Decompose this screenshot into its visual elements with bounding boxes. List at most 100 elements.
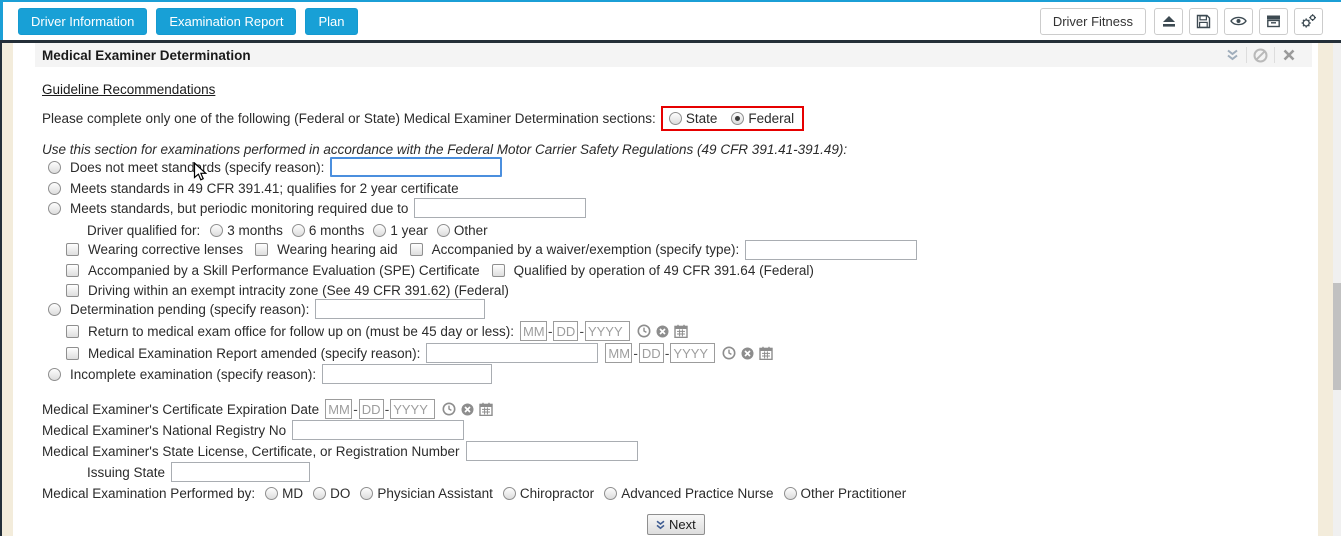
performed-by-do-radio[interactable] xyxy=(313,487,327,500)
qualified-3-months-radio[interactable] xyxy=(210,224,224,237)
tab-driver-information[interactable]: Driver Information xyxy=(18,7,148,35)
toolbar-actions: Driver Fitness xyxy=(1039,7,1323,35)
report-amended-checkbox[interactable] xyxy=(66,346,79,360)
state-radio[interactable] xyxy=(668,111,682,125)
tab-examination-report[interactable]: Examination Report xyxy=(156,7,297,35)
does-not-meet-standards-radio[interactable] xyxy=(48,160,61,174)
incomplete-examination-radio[interactable] xyxy=(48,367,61,381)
clock-icon[interactable] xyxy=(722,346,736,360)
state-license-label: Medical Examiner's State License, Certif… xyxy=(42,443,460,459)
qualified-other-option[interactable]: Other xyxy=(436,223,488,238)
clear-date-icon[interactable] xyxy=(461,403,474,416)
performed-by-other-radio[interactable] xyxy=(783,487,797,500)
performed-by-chiropractor-radio[interactable] xyxy=(502,487,516,500)
clock-icon[interactable] xyxy=(637,324,651,338)
save-button[interactable] xyxy=(1189,7,1218,35)
clear-date-icon[interactable] xyxy=(656,325,669,338)
qualified-1-year-option[interactable]: 1 year xyxy=(373,223,428,238)
qualified-6-months-option[interactable]: 6 months xyxy=(291,223,364,238)
tab-plan[interactable]: Plan xyxy=(305,7,358,35)
scrollbar-thumb[interactable] xyxy=(1333,283,1341,390)
archive-icon xyxy=(1267,15,1280,28)
qualified-391-64-checkbox[interactable] xyxy=(491,264,505,277)
federal-radio[interactable] xyxy=(731,111,745,125)
qualified-3-months-option[interactable]: 3 months xyxy=(210,223,283,238)
followup-year-input[interactable] xyxy=(584,321,630,341)
periodic-monitoring-label: Meets standards, but periodic monitoring… xyxy=(70,200,409,216)
driver-fitness-button[interactable]: Driver Fitness xyxy=(1039,7,1146,35)
registry-no-input[interactable] xyxy=(292,420,465,440)
guideline-recommendations-link[interactable]: Guideline Recommendations xyxy=(42,82,215,97)
followup-day-input[interactable] xyxy=(553,321,579,341)
cert-exp-year-input[interactable] xyxy=(390,399,436,419)
performed-by-do-option[interactable]: DO xyxy=(313,486,350,501)
issuing-state-input[interactable] xyxy=(171,462,311,482)
periodic-monitoring-reason-input[interactable] xyxy=(414,198,587,218)
waiver-type-input[interactable] xyxy=(745,239,918,260)
preview-button[interactable] xyxy=(1224,7,1253,35)
performed-by-pa-option[interactable]: Physician Assistant xyxy=(360,486,493,501)
qualified-1-year-radio[interactable] xyxy=(373,224,387,237)
waiver-exemption-checkbox[interactable] xyxy=(409,243,423,256)
qualified-3-months-label: 3 months xyxy=(227,223,283,238)
does-not-meet-reason-input[interactable] xyxy=(330,157,503,177)
collapse-section-button[interactable] xyxy=(1219,49,1246,61)
performed-by-other-option[interactable]: Other Practitioner xyxy=(783,486,906,501)
performed-by-pa-radio[interactable] xyxy=(360,487,374,500)
performed-by-do-label: DO xyxy=(330,486,351,501)
hearing-aid-checkbox[interactable] xyxy=(255,243,269,256)
performed-by-md-option[interactable]: MD xyxy=(265,486,303,501)
performed-by-apn-option[interactable]: Advanced Practice Nurse xyxy=(604,486,774,501)
state-radio-option[interactable]: State xyxy=(668,111,717,126)
waiver-exemption-label: Accompanied by a waiver/exemption (speci… xyxy=(431,242,740,257)
amended-reason-input[interactable] xyxy=(426,343,599,363)
determination-pending-label: Determination pending (specify reason): xyxy=(70,301,310,317)
performed-by-chiropractor-option[interactable]: Chiropractor xyxy=(502,486,594,501)
archive-button[interactable] xyxy=(1259,7,1288,35)
performed-by-md-radio[interactable] xyxy=(265,487,279,500)
spe-certificate-label: Accompanied by a Skill Performance Evalu… xyxy=(88,263,480,278)
section-header-actions xyxy=(1219,47,1302,63)
eject-icon xyxy=(1162,16,1175,27)
amended-year-input[interactable] xyxy=(670,343,716,363)
spe-certificate-checkbox[interactable] xyxy=(66,264,79,277)
clock-icon[interactable] xyxy=(442,402,456,416)
performed-by-md-label: MD xyxy=(282,486,304,501)
amended-day-input[interactable] xyxy=(638,343,664,363)
save-icon xyxy=(1196,14,1211,28)
disable-section-button[interactable] xyxy=(1247,48,1274,63)
incomplete-examination-label: Incomplete examination (specify reason): xyxy=(70,366,317,382)
performed-by-apn-radio[interactable] xyxy=(604,487,618,500)
settings-button[interactable] xyxy=(1294,7,1323,35)
vertical-scrollbar[interactable] xyxy=(1333,43,1341,536)
cert-exp-month-input[interactable] xyxy=(325,399,353,419)
qualified-other-radio[interactable] xyxy=(436,224,450,237)
calendar-icon[interactable] xyxy=(759,346,774,360)
determination-pending-radio[interactable] xyxy=(48,302,61,316)
calendar-icon[interactable] xyxy=(674,324,688,338)
followup-month-input[interactable] xyxy=(519,321,547,341)
qualified-391-64-label: Qualified by operation of 49 CFR 391.64 … xyxy=(513,263,814,278)
state-license-input[interactable] xyxy=(465,441,638,461)
return-followup-checkbox[interactable] xyxy=(66,324,79,338)
qualified-6-months-radio[interactable] xyxy=(291,224,305,237)
driver-qualified-for-label: Driver qualified for: xyxy=(87,223,201,238)
corrective-lenses-checkbox[interactable] xyxy=(66,243,79,256)
issuing-state-label: Issuing State xyxy=(87,464,166,480)
clear-date-icon[interactable] xyxy=(741,347,754,360)
periodic-monitoring-radio[interactable] xyxy=(48,201,61,215)
pending-reason-input[interactable] xyxy=(315,299,486,319)
federal-state-highlight-box: State Federal xyxy=(660,105,805,131)
eject-button[interactable] xyxy=(1154,7,1183,35)
next-button[interactable]: Next xyxy=(647,514,705,535)
qualified-1-year-label: 1 year xyxy=(390,223,428,238)
intracity-zone-checkbox[interactable] xyxy=(66,284,79,297)
amended-month-input[interactable] xyxy=(605,343,633,363)
close-section-button[interactable] xyxy=(1275,49,1302,61)
cert-expiration-label: Medical Examiner's Certificate Expiratio… xyxy=(42,401,320,417)
cert-exp-day-input[interactable] xyxy=(358,399,384,419)
calendar-icon[interactable] xyxy=(479,402,493,416)
meets-standards-radio[interactable] xyxy=(48,182,61,195)
incomplete-reason-input[interactable] xyxy=(322,364,493,384)
federal-radio-option[interactable]: Federal xyxy=(731,111,794,126)
